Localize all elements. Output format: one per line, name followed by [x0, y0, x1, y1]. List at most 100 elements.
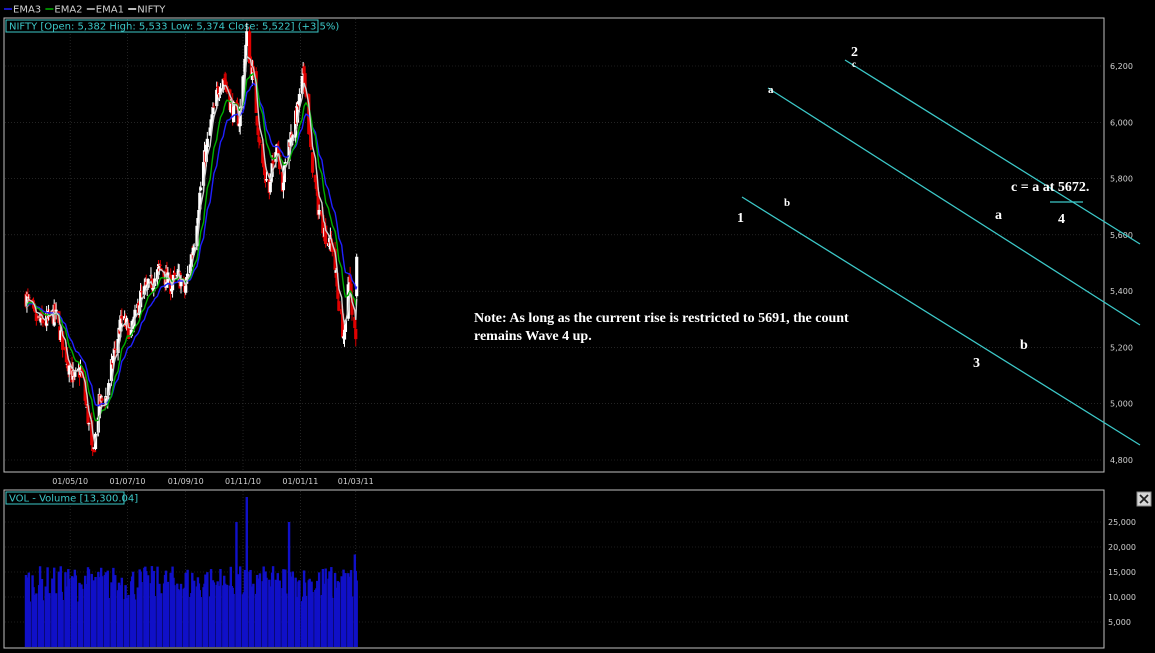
ema3-line	[25, 82, 358, 407]
volume-bar	[304, 595, 308, 647]
price-x-axis: 01/05/10 01/07/10 01/09/10 01/11/10 01/01/11…	[52, 477, 374, 486]
volume-bar	[41, 600, 45, 647]
volume-bar	[271, 566, 275, 647]
wave-label-b1: b	[784, 197, 790, 209]
volume-bar	[186, 569, 189, 647]
volume-bar	[206, 572, 209, 647]
x-tick-label: 01/01/11	[282, 477, 318, 486]
y-tick-label: 6,200	[1110, 62, 1133, 71]
volume-y-axis: 5,000 10,000 15,000 20,000 25,000	[1108, 518, 1136, 627]
volume-bar	[146, 575, 150, 647]
volume-bar	[298, 580, 301, 647]
legend-item-label: EMA2	[54, 5, 82, 16]
x-tick-label: 01/07/10	[109, 477, 145, 486]
price-info-text: NIFTY [Open: 5,382 High: 5,533 Low: 5,37…	[9, 22, 339, 33]
volume-bar	[199, 597, 202, 647]
volume-tick-label: 5,000	[1108, 618, 1131, 627]
close-icon[interactable]	[1136, 491, 1152, 507]
volume-tick-label: 20,000	[1108, 543, 1136, 552]
volume-bar	[331, 597, 334, 647]
volume-bar	[68, 578, 71, 647]
volume-bar	[107, 597, 110, 647]
y-tick-label: 4,800	[1110, 456, 1133, 465]
x-tick-label: 01/05/10	[52, 477, 88, 486]
volume-info-box: VOL - Volume [13,300.04]	[5, 491, 138, 505]
x-tick-label: 01/09/10	[168, 477, 204, 486]
volume-bar	[100, 576, 104, 647]
volume-bar	[153, 596, 156, 647]
volume-bar	[285, 593, 288, 647]
volume-bar	[219, 568, 222, 647]
note-line-1: Note: As long as the current rise is res…	[474, 311, 849, 326]
legend-item-label: NIFTY	[137, 5, 166, 16]
channel-upper-line	[844, 59, 1141, 245]
y-tick-label: 5,800	[1110, 175, 1133, 184]
volume-bar	[87, 569, 91, 647]
volume-bar	[291, 571, 295, 647]
legend-item-label: EMA1	[96, 5, 124, 16]
volume-bar	[344, 573, 347, 647]
volume-bar	[232, 593, 235, 647]
y-tick-label: 5,400	[1110, 287, 1133, 296]
volume-tick-label: 10,000	[1108, 593, 1136, 602]
volume-bar	[311, 591, 314, 647]
wave-label-a1: a	[768, 84, 774, 96]
volume-bar	[258, 573, 262, 647]
y-tick-label: 5,000	[1110, 400, 1133, 409]
note-line-2: remains Wave 4 up.	[474, 329, 592, 344]
volume-tick-label: 15,000	[1108, 568, 1136, 577]
chart-legend: EMA3 EMA2 EMA1 NIFTY	[4, 5, 166, 16]
volume-bar	[355, 580, 358, 647]
wave-label-4: 4	[1058, 212, 1065, 227]
volume-bar	[160, 593, 163, 647]
x-tick-label: 01/11/10	[225, 477, 261, 486]
trend-channel	[741, 59, 1141, 446]
candle	[310, 152, 315, 178]
annotations: Note: As long as the current rise is res…	[474, 45, 1089, 371]
volume-tick-label: 25,000	[1108, 518, 1136, 527]
volume-bar	[94, 577, 97, 647]
wave-label-b2: b	[1020, 338, 1028, 353]
target-note: c = a at 5672.	[1011, 180, 1089, 195]
volume-bar	[61, 600, 64, 647]
volume-bar	[48, 593, 51, 647]
volume-bar	[337, 582, 341, 647]
wave-label-c1: c	[852, 59, 856, 69]
volume-bar	[140, 582, 143, 647]
volume-bar	[265, 577, 268, 647]
volume-bar	[28, 601, 31, 647]
wave-label-3: 3	[973, 356, 980, 371]
candle	[87, 422, 91, 431]
volume-bar	[35, 593, 38, 647]
volume-bar	[166, 581, 170, 647]
volume-bar	[212, 582, 216, 647]
price-info-box: NIFTY [Open: 5,382 High: 5,533 Low: 5,37…	[5, 19, 339, 33]
y-tick-label: 6,000	[1110, 118, 1133, 127]
volume-bar	[192, 580, 196, 647]
volume-bar	[252, 583, 255, 647]
wave-label-2: 2	[851, 45, 858, 60]
legend-item-label: EMA3	[13, 5, 41, 16]
channel-middle-line	[767, 87, 1141, 326]
price-y-axis: 4,8005,0005,2005,4005,6005,8006,0006,200	[1110, 62, 1133, 465]
volume-bar	[127, 594, 130, 647]
price-grid	[5, 19, 1103, 471]
wave-label-a2: a	[995, 208, 1002, 223]
volume-bar	[179, 583, 183, 647]
chart-canvas: EMA3 EMA2 EMA1 NIFTY 4,800 5,000 5,200 5,400 5,…	[3, 5, 1152, 649]
volume-bar	[278, 580, 281, 647]
volume-bar	[225, 584, 229, 647]
volume-bar	[239, 566, 242, 647]
ema-lines	[25, 55, 358, 445]
volume-bar	[173, 585, 176, 647]
volume-bar	[324, 568, 327, 647]
volume-info-text: VOL - Volume [13,300.04]	[9, 494, 138, 505]
y-tick-label: 5,200	[1110, 343, 1133, 352]
volume-bar	[120, 577, 124, 647]
candle	[354, 327, 358, 347]
volume-bar	[245, 497, 248, 647]
volume-bar	[133, 599, 137, 647]
volume-bar	[74, 575, 77, 647]
volume-bar	[114, 575, 117, 647]
candles	[24, 22, 359, 457]
